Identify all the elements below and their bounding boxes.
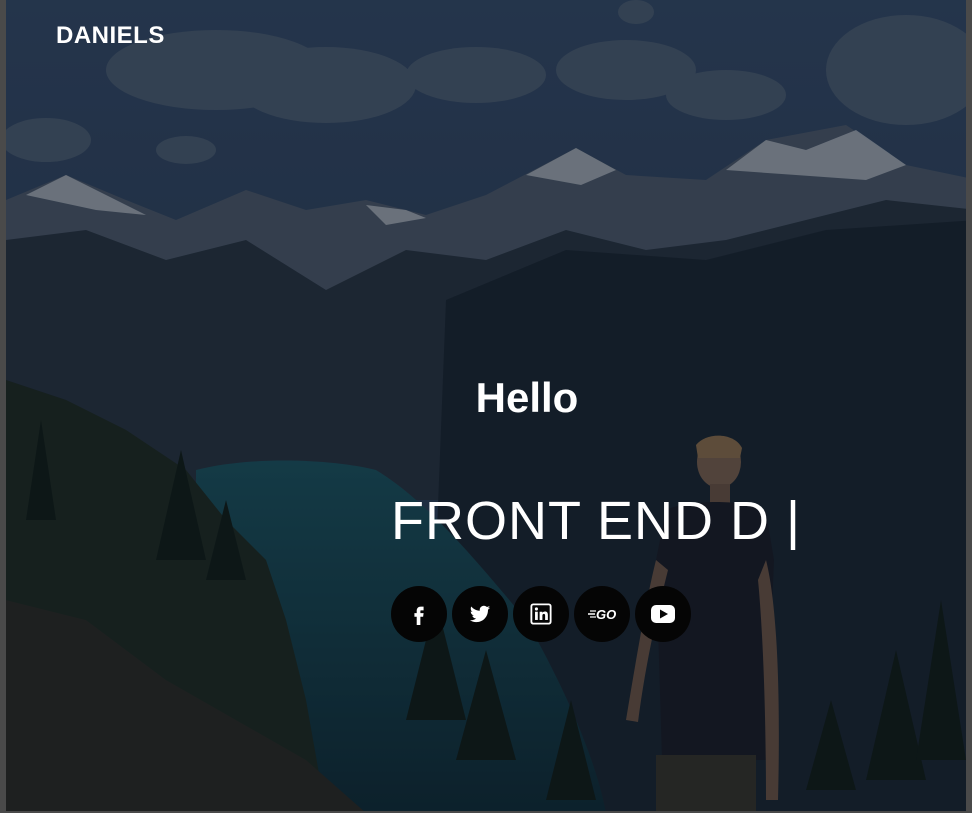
facebook-link[interactable] (391, 586, 447, 642)
youtube-icon (650, 604, 676, 624)
goodreads-link[interactable]: GO (574, 586, 630, 642)
typewriter-cursor: | (786, 491, 802, 551)
goodreads-icon: GO (587, 606, 617, 622)
hero-role-typewriter: FRONT END D | (391, 490, 801, 552)
linkedin-icon (530, 603, 552, 625)
youtube-link[interactable] (635, 586, 691, 642)
twitter-link[interactable] (452, 586, 508, 642)
facebook-icon (408, 603, 430, 625)
hero-role-text: FRONT END D (391, 491, 771, 551)
social-links: GO (391, 586, 691, 642)
twitter-icon (468, 603, 492, 625)
hero-greeting: Hello (475, 374, 579, 421)
brand-logo[interactable]: DANIELS (56, 22, 165, 50)
svg-text:GO: GO (596, 607, 616, 622)
page-frame: DANIELS Hello FRONT END D | GO (0, 0, 972, 813)
linkedin-link[interactable] (513, 586, 569, 642)
